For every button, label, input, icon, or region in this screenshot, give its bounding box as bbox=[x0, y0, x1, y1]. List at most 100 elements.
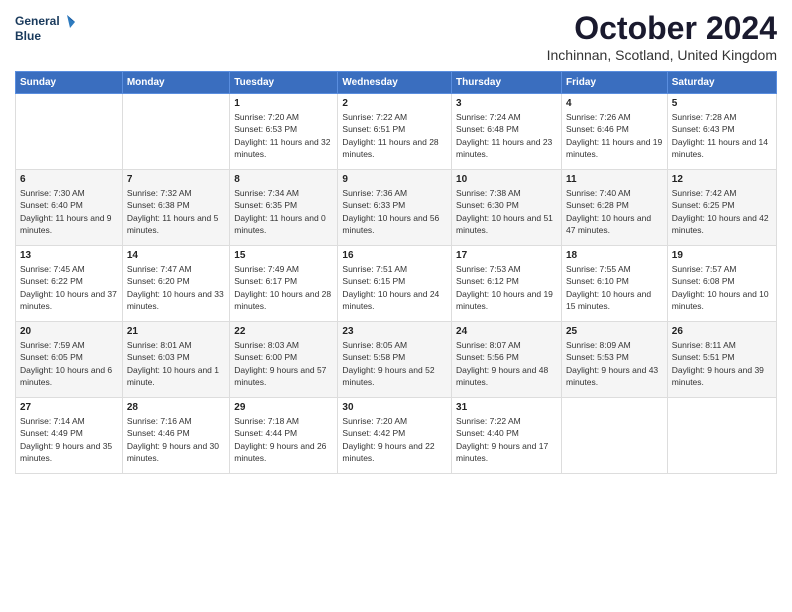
calendar-body: 1 Sunrise: 7:20 AMSunset: 6:53 PMDayligh… bbox=[16, 94, 777, 474]
day-number: 22 bbox=[234, 325, 333, 338]
week-row-2: 6 Sunrise: 7:30 AMSunset: 6:40 PMDayligh… bbox=[16, 170, 777, 246]
logo-svg: General Blue bbox=[15, 10, 75, 50]
day-number: 17 bbox=[456, 249, 557, 262]
day-cell: 22 Sunrise: 8:03 AMSunset: 6:00 PMDaylig… bbox=[230, 322, 338, 398]
week-row-3: 13 Sunrise: 7:45 AMSunset: 6:22 PMDaylig… bbox=[16, 246, 777, 322]
day-cell: 12 Sunrise: 7:42 AMSunset: 6:25 PMDaylig… bbox=[667, 170, 776, 246]
day-cell: 20 Sunrise: 7:59 AMSunset: 6:05 PMDaylig… bbox=[16, 322, 123, 398]
day-cell: 19 Sunrise: 7:57 AMSunset: 6:08 PMDaylig… bbox=[667, 246, 776, 322]
day-cell: 31 Sunrise: 7:22 AMSunset: 4:40 PMDaylig… bbox=[452, 398, 562, 474]
day-sunrise: Sunrise: 8:11 AMSunset: 5:51 PMDaylight:… bbox=[672, 340, 764, 387]
day-sunrise: Sunrise: 7:57 AMSunset: 6:08 PMDaylight:… bbox=[672, 264, 769, 311]
col-sunday: Sunday bbox=[16, 72, 123, 94]
day-number: 20 bbox=[20, 325, 118, 338]
week-row-4: 20 Sunrise: 7:59 AMSunset: 6:05 PMDaylig… bbox=[16, 322, 777, 398]
day-cell: 9 Sunrise: 7:36 AMSunset: 6:33 PMDayligh… bbox=[338, 170, 452, 246]
day-cell: 14 Sunrise: 7:47 AMSunset: 6:20 PMDaylig… bbox=[122, 246, 229, 322]
day-sunrise: Sunrise: 7:51 AMSunset: 6:15 PMDaylight:… bbox=[342, 264, 439, 311]
col-saturday: Saturday bbox=[667, 72, 776, 94]
header: General Blue October 2024 Inchinnan, Sco… bbox=[15, 10, 777, 63]
day-sunrise: Sunrise: 8:05 AMSunset: 5:58 PMDaylight:… bbox=[342, 340, 434, 387]
day-number: 31 bbox=[456, 401, 557, 414]
day-cell: 30 Sunrise: 7:20 AMSunset: 4:42 PMDaylig… bbox=[338, 398, 452, 474]
day-number: 26 bbox=[672, 325, 772, 338]
day-cell: 13 Sunrise: 7:45 AMSunset: 6:22 PMDaylig… bbox=[16, 246, 123, 322]
day-number: 25 bbox=[566, 325, 663, 338]
day-cell: 23 Sunrise: 8:05 AMSunset: 5:58 PMDaylig… bbox=[338, 322, 452, 398]
day-cell: 6 Sunrise: 7:30 AMSunset: 6:40 PMDayligh… bbox=[16, 170, 123, 246]
day-cell bbox=[562, 398, 668, 474]
svg-text:Blue: Blue bbox=[15, 29, 41, 43]
day-number: 16 bbox=[342, 249, 447, 262]
day-sunrise: Sunrise: 8:01 AMSunset: 6:03 PMDaylight:… bbox=[127, 340, 219, 387]
day-sunrise: Sunrise: 7:24 AMSunset: 6:48 PMDaylight:… bbox=[456, 112, 552, 159]
day-cell: 11 Sunrise: 7:40 AMSunset: 6:28 PMDaylig… bbox=[562, 170, 668, 246]
day-cell: 25 Sunrise: 8:09 AMSunset: 5:53 PMDaylig… bbox=[562, 322, 668, 398]
day-number: 5 bbox=[672, 97, 772, 110]
day-cell: 21 Sunrise: 8:01 AMSunset: 6:03 PMDaylig… bbox=[122, 322, 229, 398]
week-row-5: 27 Sunrise: 7:14 AMSunset: 4:49 PMDaylig… bbox=[16, 398, 777, 474]
day-cell: 7 Sunrise: 7:32 AMSunset: 6:38 PMDayligh… bbox=[122, 170, 229, 246]
day-number: 21 bbox=[127, 325, 225, 338]
day-sunrise: Sunrise: 7:22 AMSunset: 4:40 PMDaylight:… bbox=[456, 416, 548, 463]
day-cell: 15 Sunrise: 7:49 AMSunset: 6:17 PMDaylig… bbox=[230, 246, 338, 322]
svg-text:General: General bbox=[15, 14, 60, 28]
day-cell: 27 Sunrise: 7:14 AMSunset: 4:49 PMDaylig… bbox=[16, 398, 123, 474]
day-number: 15 bbox=[234, 249, 333, 262]
subtitle: Inchinnan, Scotland, United Kingdom bbox=[547, 47, 777, 63]
day-sunrise: Sunrise: 7:32 AMSunset: 6:38 PMDaylight:… bbox=[127, 188, 219, 235]
day-sunrise: Sunrise: 7:36 AMSunset: 6:33 PMDaylight:… bbox=[342, 188, 439, 235]
day-cell: 16 Sunrise: 7:51 AMSunset: 6:15 PMDaylig… bbox=[338, 246, 452, 322]
calendar-table: Sunday Monday Tuesday Wednesday Thursday… bbox=[15, 71, 777, 474]
week-row-1: 1 Sunrise: 7:20 AMSunset: 6:53 PMDayligh… bbox=[16, 94, 777, 170]
col-monday: Monday bbox=[122, 72, 229, 94]
day-sunrise: Sunrise: 7:18 AMSunset: 4:44 PMDaylight:… bbox=[234, 416, 326, 463]
day-number: 23 bbox=[342, 325, 447, 338]
day-number: 4 bbox=[566, 97, 663, 110]
day-cell: 28 Sunrise: 7:16 AMSunset: 4:46 PMDaylig… bbox=[122, 398, 229, 474]
day-cell: 5 Sunrise: 7:28 AMSunset: 6:43 PMDayligh… bbox=[667, 94, 776, 170]
day-sunrise: Sunrise: 7:16 AMSunset: 4:46 PMDaylight:… bbox=[127, 416, 219, 463]
col-friday: Friday bbox=[562, 72, 668, 94]
day-sunrise: Sunrise: 8:03 AMSunset: 6:00 PMDaylight:… bbox=[234, 340, 326, 387]
day-sunrise: Sunrise: 7:49 AMSunset: 6:17 PMDaylight:… bbox=[234, 264, 331, 311]
day-cell: 17 Sunrise: 7:53 AMSunset: 6:12 PMDaylig… bbox=[452, 246, 562, 322]
day-cell bbox=[122, 94, 229, 170]
day-sunrise: Sunrise: 7:22 AMSunset: 6:51 PMDaylight:… bbox=[342, 112, 438, 159]
day-number: 18 bbox=[566, 249, 663, 262]
day-sunrise: Sunrise: 7:40 AMSunset: 6:28 PMDaylight:… bbox=[566, 188, 651, 235]
day-number: 9 bbox=[342, 173, 447, 186]
day-number: 2 bbox=[342, 97, 447, 110]
day-number: 12 bbox=[672, 173, 772, 186]
col-tuesday: Tuesday bbox=[230, 72, 338, 94]
day-cell bbox=[16, 94, 123, 170]
day-cell: 2 Sunrise: 7:22 AMSunset: 6:51 PMDayligh… bbox=[338, 94, 452, 170]
day-number: 27 bbox=[20, 401, 118, 414]
day-sunrise: Sunrise: 7:26 AMSunset: 6:46 PMDaylight:… bbox=[566, 112, 662, 159]
calendar-page: General Blue October 2024 Inchinnan, Sco… bbox=[0, 0, 792, 612]
day-sunrise: Sunrise: 7:45 AMSunset: 6:22 PMDaylight:… bbox=[20, 264, 117, 311]
day-sunrise: Sunrise: 7:30 AMSunset: 6:40 PMDaylight:… bbox=[20, 188, 112, 235]
main-title: October 2024 bbox=[547, 10, 777, 47]
day-sunrise: Sunrise: 7:34 AMSunset: 6:35 PMDaylight:… bbox=[234, 188, 326, 235]
day-number: 7 bbox=[127, 173, 225, 186]
day-sunrise: Sunrise: 7:14 AMSunset: 4:49 PMDaylight:… bbox=[20, 416, 112, 463]
day-sunrise: Sunrise: 7:47 AMSunset: 6:20 PMDaylight:… bbox=[127, 264, 224, 311]
day-sunrise: Sunrise: 7:59 AMSunset: 6:05 PMDaylight:… bbox=[20, 340, 112, 387]
day-cell: 4 Sunrise: 7:26 AMSunset: 6:46 PMDayligh… bbox=[562, 94, 668, 170]
day-number: 14 bbox=[127, 249, 225, 262]
day-sunrise: Sunrise: 7:28 AMSunset: 6:43 PMDaylight:… bbox=[672, 112, 768, 159]
day-sunrise: Sunrise: 7:20 AMSunset: 6:53 PMDaylight:… bbox=[234, 112, 330, 159]
col-thursday: Thursday bbox=[452, 72, 562, 94]
day-number: 8 bbox=[234, 173, 333, 186]
day-sunrise: Sunrise: 7:55 AMSunset: 6:10 PMDaylight:… bbox=[566, 264, 651, 311]
day-number: 1 bbox=[234, 97, 333, 110]
day-cell: 1 Sunrise: 7:20 AMSunset: 6:53 PMDayligh… bbox=[230, 94, 338, 170]
day-cell: 10 Sunrise: 7:38 AMSunset: 6:30 PMDaylig… bbox=[452, 170, 562, 246]
day-number: 6 bbox=[20, 173, 118, 186]
day-number: 3 bbox=[456, 97, 557, 110]
day-sunrise: Sunrise: 7:53 AMSunset: 6:12 PMDaylight:… bbox=[456, 264, 553, 311]
col-wednesday: Wednesday bbox=[338, 72, 452, 94]
day-sunrise: Sunrise: 8:09 AMSunset: 5:53 PMDaylight:… bbox=[566, 340, 658, 387]
day-number: 19 bbox=[672, 249, 772, 262]
